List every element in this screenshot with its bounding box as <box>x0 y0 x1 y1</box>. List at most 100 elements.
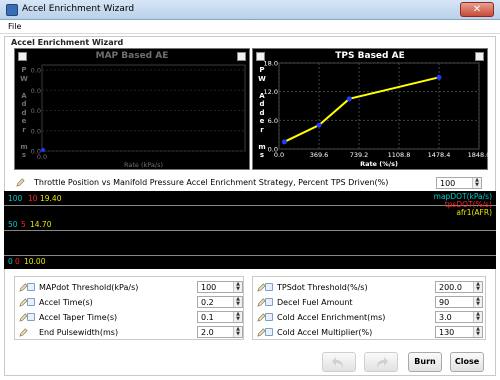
strategy-row: Throttle Position vs Manifold Pressure A… <box>14 176 486 190</box>
x-tick-label: 0.0 <box>274 151 284 159</box>
strip-gridline <box>4 205 496 206</box>
strategy-spinner[interactable]: 100 ▲ ▼ <box>436 177 482 189</box>
x-tick-label: 1108.8 <box>388 151 411 159</box>
accel-taper-time-spinner[interactable]: 0.1 ▲ ▼ <box>197 311 243 323</box>
data-point <box>41 148 45 152</box>
param-row: Cold Accel Multiplier(%) 130 ▲ ▼ <box>255 326 487 339</box>
data-point <box>281 139 287 145</box>
spinner-arrows[interactable]: ▲ ▼ <box>473 297 482 307</box>
strip-gridline <box>4 255 496 256</box>
x-axis-label: Rate (kPa/s) <box>124 161 163 169</box>
param-value[interactable]: 3.0 <box>439 313 452 322</box>
x-tick-label: 1478.4 <box>428 151 451 159</box>
x-tick-label: 0.0 <box>37 153 47 161</box>
strip-gridline <box>4 230 496 231</box>
window-title: Accel Enrichment Wizard <box>22 4 135 14</box>
spinner-arrows[interactable]: ▲ ▼ <box>473 312 482 322</box>
tps-chart-plot: 18.012.06.00.00.0 369.6 739.2 1108.8 1478.4 1… <box>264 60 489 169</box>
x-tick-label: 1848.0 <box>468 151 489 159</box>
window-close-button[interactable]: ✕ <box>460 2 494 17</box>
spinner-arrows[interactable]: ▲ ▼ <box>472 178 481 188</box>
cold-accel-multiplier-spinner[interactable]: 130 ▲ ▼ <box>435 326 483 338</box>
close-button[interactable]: Close <box>450 352 484 372</box>
param-row: Accel Time(s) 0.2 ▲ ▼ <box>17 296 245 309</box>
strip-bottom-tps: 0 <box>15 257 20 266</box>
map-params-panel: MAPdot Threshold(kPa/s) 100 ▲ ▼ Accel Tim… <box>14 276 244 340</box>
map-chart-plot: 0.00.00.00.00.00.0Rate (kPa/s) <box>31 64 246 169</box>
x-tick-label: 739.2 <box>350 151 369 159</box>
y-tick-label: 12.0 <box>264 88 278 96</box>
redo-button[interactable] <box>364 352 398 372</box>
menu-bar: File <box>0 20 500 34</box>
spinner-arrows[interactable]: ▲ ▼ <box>233 327 242 337</box>
param-label: Decel Fuel Amount <box>277 298 353 307</box>
cold-accel-enrichment-spinner[interactable]: 3.0 ▲ ▼ <box>435 311 483 323</box>
legend-afr1: afr1(AFR) <box>456 208 492 217</box>
data-point <box>346 96 352 102</box>
data-point <box>436 74 442 80</box>
param-value[interactable]: 0.1 <box>201 313 214 322</box>
strategy-label: Throttle Position vs Manifold Pressure A… <box>34 178 389 187</box>
strip-top-afr: 19.40 <box>40 194 62 203</box>
param-label: Cold Accel Multiplier(%) <box>277 328 373 337</box>
help-checkbox[interactable] <box>27 283 35 291</box>
param-value[interactable]: 100 <box>201 283 216 292</box>
accel-time-spinner[interactable]: 0.2 ▲ ▼ <box>197 296 243 308</box>
param-label: Accel Taper Time(s) <box>39 313 118 322</box>
plot-frame <box>41 64 246 152</box>
param-label: Accel Time(s) <box>39 298 93 307</box>
pencil-icon[interactable] <box>19 328 28 337</box>
menu-file[interactable]: File <box>8 22 21 31</box>
spinner-arrows[interactable]: ▲ ▼ <box>233 282 242 292</box>
help-checkbox[interactable] <box>265 313 273 321</box>
strategy-value[interactable]: 100 <box>440 179 455 188</box>
y-tick-label: 0.0 <box>31 87 41 95</box>
help-checkbox[interactable] <box>265 328 273 336</box>
tps-ae-chart: TPS Based AE PW Adder ms 18.0 12.0 6.0 0.0 0… <box>252 48 489 170</box>
decel-fuel-amount-spinner[interactable]: 90 ▲ ▼ <box>435 296 483 308</box>
live-strip-chart: 100 10 19.40 50 5 14.70 0 0 10.00 mapDOT… <box>4 191 496 269</box>
pencil-icon[interactable] <box>16 178 25 187</box>
param-value[interactable]: 2.0 <box>201 328 214 337</box>
param-label: End Pulsewidth(ms) <box>39 328 119 337</box>
spinner-arrows[interactable]: ▲ ▼ <box>473 327 482 337</box>
y-tick-label: 0.0 <box>31 67 41 75</box>
param-row: Accel Taper Time(s) 0.1 ▲ ▼ <box>17 311 245 324</box>
strip-mid-map: 50 <box>8 220 18 229</box>
param-value[interactable]: 0.2 <box>201 298 214 307</box>
param-row: Cold Accel Enrichment(ms) 3.0 ▲ ▼ <box>255 311 487 324</box>
param-label: MAPdot Threshold(kPa/s) <box>39 283 139 292</box>
mapdot-threshold-spinner[interactable]: 100 ▲ ▼ <box>197 281 243 293</box>
y-tick-label: 0.0 <box>31 107 41 115</box>
strip-bottom-map: 0 <box>8 257 13 266</box>
end-pulsewidth-spinner[interactable]: 2.0 ▲ ▼ <box>197 326 243 338</box>
strip-mid-tps: 5 <box>21 220 26 229</box>
spinner-arrows[interactable]: ▲ ▼ <box>233 312 242 322</box>
undo-button[interactable] <box>322 352 356 372</box>
help-checkbox[interactable] <box>265 283 273 291</box>
tps-params-panel: TPSdot Threshold(%/s) 200.0 ▲ ▼ Decel Fue… <box>252 276 486 340</box>
param-label: TPSdot Threshold(%/s) <box>277 283 368 292</box>
series-line <box>283 76 440 143</box>
group-title: Accel Enrichment Wizard <box>11 38 124 47</box>
strip-top-tps: 10 <box>28 194 38 203</box>
param-value[interactable]: 200.0 <box>439 283 462 292</box>
strip-mid-afr: 14.70 <box>30 220 52 229</box>
param-row: End Pulsewidth(ms) 2.0 ▲ ▼ <box>17 326 245 339</box>
x-tick-label: 369.6 <box>310 151 329 159</box>
spinner-arrows[interactable]: ▲ ▼ <box>233 297 242 307</box>
undo-icon <box>332 357 343 368</box>
help-checkbox[interactable] <box>27 313 35 321</box>
param-value[interactable]: 90 <box>439 298 449 307</box>
app-icon <box>6 4 18 16</box>
param-value[interactable]: 130 <box>439 328 454 337</box>
help-checkbox[interactable] <box>27 298 35 306</box>
x-axis-label: Rate (%/s) <box>360 160 398 168</box>
param-row: TPSdot Threshold(%/s) 200.0 ▲ ▼ <box>255 281 487 294</box>
burn-button[interactable]: Burn <box>408 352 442 372</box>
tpsdot-threshold-spinner[interactable]: 200.0 ▲ ▼ <box>435 281 483 293</box>
help-checkbox[interactable] <box>265 298 273 306</box>
spinner-arrows[interactable]: ▲ ▼ <box>473 282 482 292</box>
strip-bottom-afr: 10.00 <box>24 257 46 266</box>
y-tick-label: 18.0 <box>264 60 278 68</box>
